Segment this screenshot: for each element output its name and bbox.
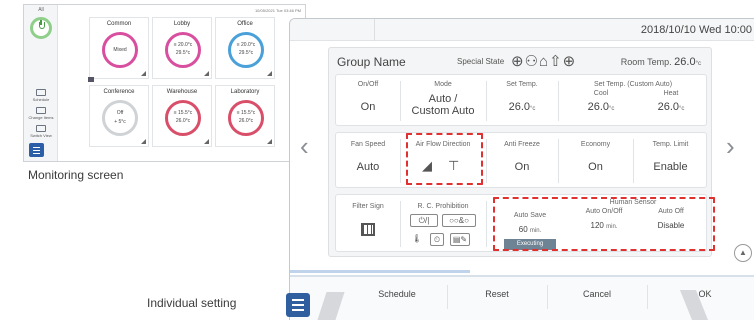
monitoring-datetime: 10/05/2021 Tue 03:46 PM [254,8,301,13]
corner-icon [267,71,272,76]
divider [486,201,487,247]
divider [547,285,548,309]
monitoring-caption: Monitoring screen [28,168,124,182]
row-functions: Fan Speed Auto Air Flow Direction ◢ ⊤ An… [335,132,707,188]
tile-ring: Off + 5°c [102,100,138,136]
tile-ring: ≡ 20.0°c 29.5°c [165,32,201,68]
anti-freeze-cell[interactable]: Anti Freeze On [486,140,558,173]
tile-warehouse[interactable]: Warehouse ≡ 15.5°c 26.0°c [152,85,212,147]
temp-limit-cell[interactable]: Temp. Limit Enable [633,140,708,173]
datetime: 2018/10/10 Wed 10:00 [640,24,752,36]
menu-icon[interactable] [286,293,310,317]
corner-icon [141,71,146,76]
divider [647,285,648,309]
human-sensor-highlight [493,197,715,251]
calendar-icon [36,89,46,96]
reset-button[interactable]: Reset [462,289,532,299]
schedule-button[interactable]: Schedule [362,289,432,299]
cancel-button[interactable]: Cancel [562,289,632,299]
tile-ring: ≡ 15.5°c 26.0°c [165,100,201,136]
individual-caption: Individual setting [147,296,237,310]
filter-edit-icon: ▤✎ [450,233,470,246]
corner-icon [141,139,146,144]
nav-switch-view[interactable]: Switch View [26,125,56,138]
menu-icon[interactable] [29,143,44,157]
individual-setting-screen: 2018/10/10 Wed 10:00 ‹ › Group Name Spec… [289,18,754,320]
room-temp: Room Temp. 26.0°c [620,56,701,68]
custom-temp-label: Set Temp. (Custom Auto) [593,81,673,88]
tile-lobby[interactable]: Lobby ≡ 20.0°c 29.5°c [152,17,212,79]
special-state-icons: ⊕⚇⌂⇧⊕ [511,53,577,70]
corner-icon [204,139,209,144]
tile-conference[interactable]: Conference Off + 5°c [89,85,149,147]
monitoring-screen: All Schedule Change Items Switch View 10… [23,4,306,162]
mode-prohibit-icon: ○○&○ [442,214,476,227]
divider [447,285,448,309]
tile-laboratory[interactable]: Laboratory ≡ 15.5°c 26.0°c [215,85,275,147]
view-icon [36,125,46,132]
cool-cell[interactable]: Cool 26.0°c [566,89,636,115]
timer-icon: ⏲ [430,233,444,246]
thermometer-icon: 🌡 [410,233,424,246]
onoff-cell[interactable]: On/Off On [336,80,400,113]
scroll-up-button[interactable]: ▲ [734,244,752,262]
monitoring-sidebar: All Schedule Change Items Switch View [24,5,58,161]
economy-cell[interactable]: Economy On [558,140,633,173]
list-icon [36,107,46,114]
airflow-highlight [406,133,483,185]
heat-cell[interactable]: Heat 26.0°c [636,89,706,115]
filter-sign-cell[interactable]: Filter Sign [336,202,400,236]
set-temp-cell[interactable]: Set Temp. 26.0°c [486,80,558,115]
rc-prohibition-cell[interactable]: R. C. Prohibition ⏻/| ○○&○ 🌡 ⏲ ▤✎ [400,202,486,246]
nav-change-items[interactable]: Change Items [26,107,56,120]
group-name: Group Name [337,55,406,69]
divider [374,19,375,41]
mode-cell[interactable]: Mode Auto / Custom Auto [400,80,486,117]
tile-common[interactable]: Common Mixed [89,17,149,79]
prev-arrow-icon[interactable]: ‹ [300,131,309,162]
top-bar: 2018/10/10 Wed 10:00 [290,19,754,41]
tile-ring: ≡ 15.5°c 26.0°c [228,100,264,136]
tile-ring: Mixed [102,32,138,68]
all-label: All [38,7,44,13]
power-dial-icon[interactable] [30,17,52,39]
special-state-label: Special State [457,57,505,66]
corner-icon [267,139,272,144]
nav-schedule[interactable]: Schedule [26,89,56,102]
onoff-prohibit-icon: ⏻/| [410,214,438,227]
next-arrow-icon[interactable]: › [726,131,735,162]
tile-office[interactable]: Office ≡ 20.0°c 29.5°c [215,17,275,79]
corner-icon [204,71,209,76]
fan-speed-cell[interactable]: Fan Speed Auto [336,140,400,173]
group-icon [88,77,94,82]
filter-icon [361,223,375,236]
tile-ring: ≡ 20.0°c 29.5°c [228,32,264,68]
progress-line [290,270,470,273]
row-basic: On/Off On Mode Auto / Custom Auto Set Te… [335,74,707,126]
